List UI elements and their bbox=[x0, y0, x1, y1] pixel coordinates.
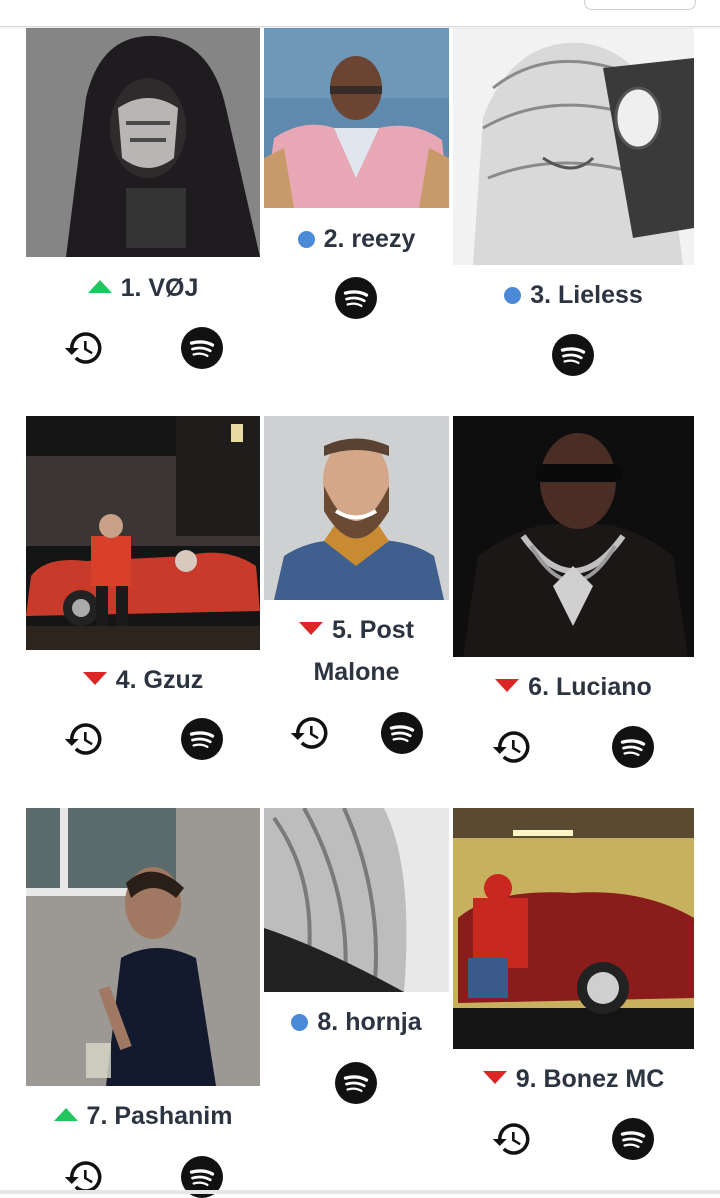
artist-photo[interactable] bbox=[453, 28, 694, 265]
trend-down-icon bbox=[299, 622, 323, 635]
history-icon[interactable] bbox=[63, 327, 105, 369]
artist-photo[interactable] bbox=[26, 808, 260, 1086]
artist-photo[interactable] bbox=[264, 416, 449, 600]
history-icon[interactable] bbox=[491, 726, 533, 768]
artist-card-7[interactable]: 7. Pashanim bbox=[26, 808, 260, 1198]
artist-rank-label: 4. Gzuz bbox=[26, 659, 260, 701]
top-bar bbox=[0, 0, 720, 27]
artist-rank-label: 6. Luciano bbox=[453, 666, 694, 708]
spotify-icon[interactable] bbox=[181, 327, 223, 369]
artist-card-9[interactable]: 9. Bonez MC bbox=[453, 808, 694, 1178]
artist-rank-label: 1. VØJ bbox=[26, 267, 260, 309]
artist-card-2[interactable]: 2. reezy bbox=[264, 28, 449, 328]
trend-same-icon bbox=[297, 231, 315, 248]
artist-rank-label: 5. Post Malone bbox=[284, 609, 429, 693]
trend-up-icon bbox=[87, 280, 112, 293]
artist-rank-label: 2. reezy bbox=[264, 218, 449, 260]
spotify-icon[interactable] bbox=[335, 1062, 377, 1104]
trend-down-icon bbox=[82, 672, 107, 685]
spotify-icon[interactable] bbox=[381, 712, 423, 754]
spotify-icon[interactable] bbox=[335, 277, 377, 319]
artist-card-1[interactable]: 1. VØJ bbox=[26, 28, 260, 408]
artist-card-4[interactable]: 4. Gzuz bbox=[26, 416, 260, 786]
artist-rank-label: 3. Lieless bbox=[453, 274, 694, 316]
history-icon[interactable] bbox=[63, 718, 105, 760]
header-control[interactable] bbox=[584, 0, 696, 10]
bottom-edge bbox=[0, 1190, 720, 1194]
spotify-icon[interactable] bbox=[612, 726, 654, 768]
artist-card-5[interactable]: 5. Post Malone bbox=[264, 416, 449, 786]
trend-down-icon bbox=[495, 679, 520, 692]
trend-same-icon bbox=[504, 287, 522, 304]
artist-photo[interactable] bbox=[453, 808, 694, 1049]
artist-photo[interactable] bbox=[26, 416, 260, 650]
artist-rank-label: 7. Pashanim bbox=[26, 1095, 260, 1137]
spotify-icon[interactable] bbox=[181, 718, 223, 760]
spotify-icon[interactable] bbox=[552, 334, 594, 376]
artist-photo[interactable] bbox=[264, 28, 449, 208]
trend-down-icon bbox=[482, 1071, 507, 1084]
history-icon[interactable] bbox=[491, 1118, 533, 1160]
artist-card-6[interactable]: 6. Luciano bbox=[453, 416, 694, 786]
trend-up-icon bbox=[53, 1108, 78, 1121]
artist-card-8[interactable]: 8. hornja bbox=[264, 808, 449, 1128]
history-icon[interactable] bbox=[289, 712, 331, 754]
artist-photo[interactable] bbox=[26, 28, 260, 257]
artist-rank-label: 8. hornja bbox=[264, 1001, 449, 1043]
artist-card-3[interactable]: 3. Lieless bbox=[453, 28, 694, 388]
artist-rank-label: 9. Bonez MC bbox=[453, 1058, 694, 1100]
trend-same-icon bbox=[291, 1014, 309, 1031]
artist-photo[interactable] bbox=[264, 808, 449, 992]
spotify-icon[interactable] bbox=[612, 1118, 654, 1160]
artist-photo[interactable] bbox=[453, 416, 694, 657]
